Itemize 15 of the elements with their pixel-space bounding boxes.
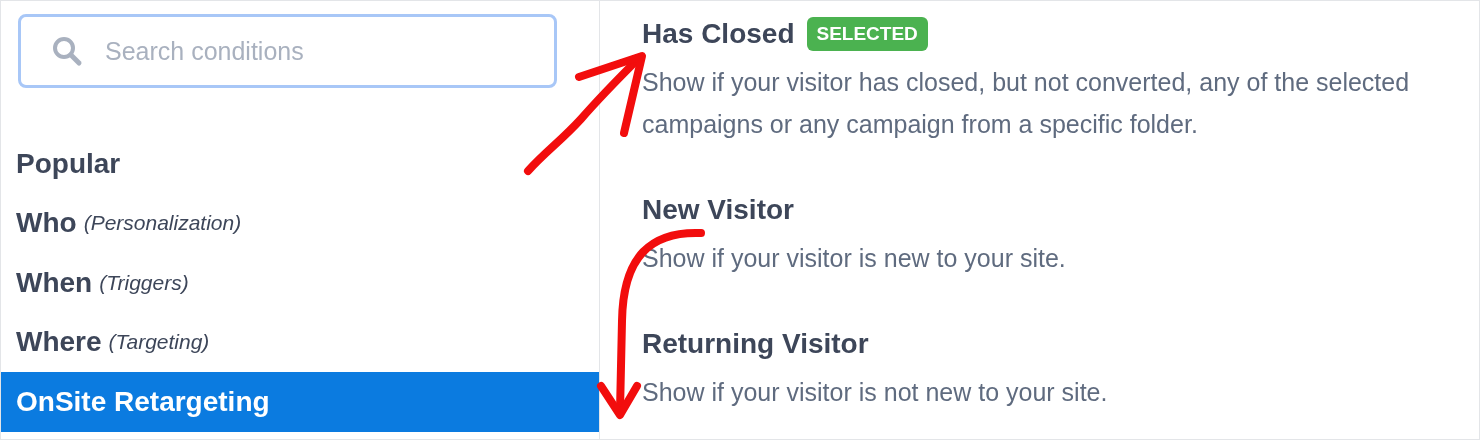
search-icon	[51, 35, 83, 67]
condition-description: Show if your visitor is new to your site.	[642, 243, 1067, 274]
condition-description: Show if your visitor is not new to your site.	[642, 377, 1109, 408]
search-field[interactable]: Search conditions	[18, 14, 557, 88]
search-input[interactable]: Search conditions	[103, 35, 534, 67]
condition-title[interactable]: New Visitor	[642, 194, 794, 226]
sidebar-item[interactable]: OnSite Retargeting	[1, 372, 599, 432]
condition-title[interactable]: Has Closed	[642, 18, 795, 50]
condition-title[interactable]: Returning Visitor	[642, 328, 869, 360]
sidebar-item[interactable]: Who (Personalization)	[1, 193, 599, 253]
selected-badge: SELECTED	[806, 17, 928, 51]
sidebar-item[interactable]: Where (Targeting)	[1, 312, 599, 372]
sidebar-item[interactable]: Popular	[1, 134, 599, 194]
sidebar-item[interactable]: When (Triggers)	[1, 253, 599, 313]
condition-description: Show if your visitor has closed, but not converted, any of the selected campaigns or any campaign from a specific folder.	[642, 67, 1411, 140]
